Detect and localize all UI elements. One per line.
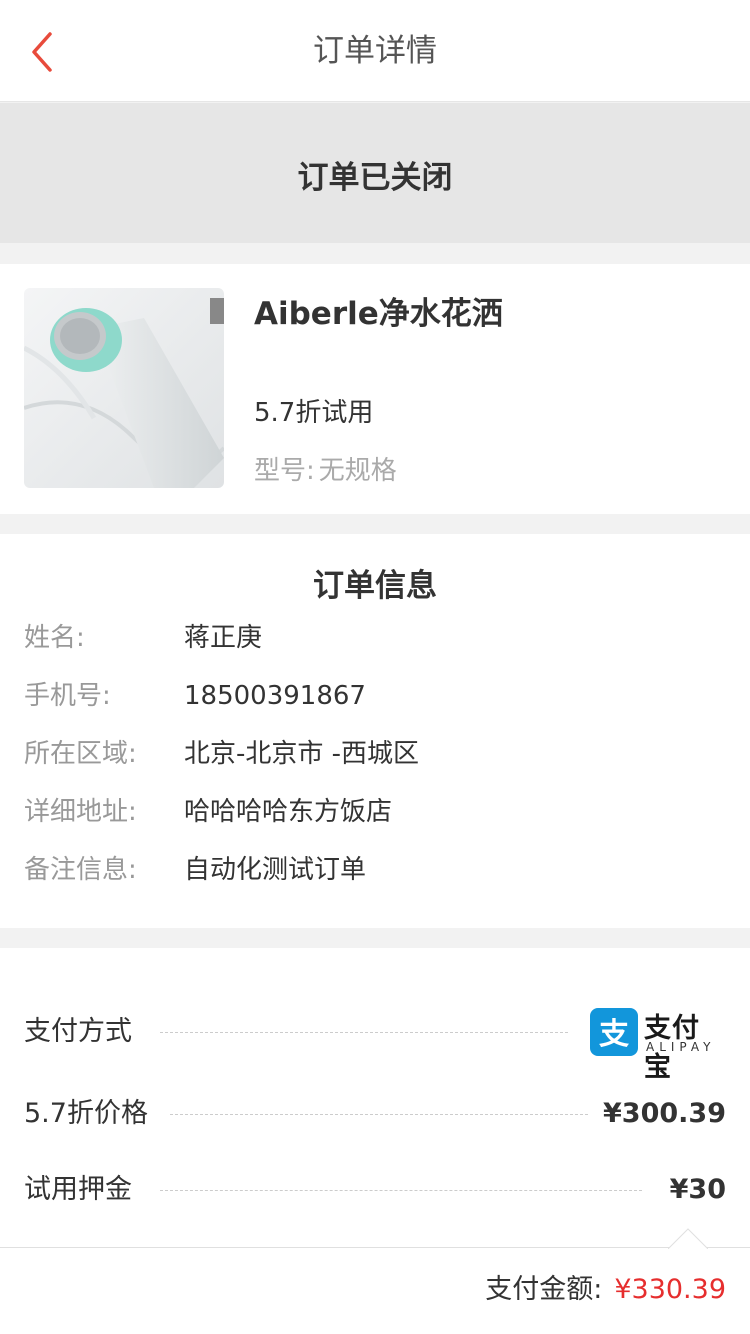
- info-row-note: 备注信息: 自动化测试订单: [24, 850, 366, 890]
- discount-price-value: ¥300.39: [603, 1098, 726, 1129]
- info-label: 手机号:: [24, 681, 111, 711]
- payment-total: 支付金额: ¥330.39: [485, 1248, 726, 1334]
- info-label: 备注信息:: [24, 855, 137, 885]
- order-status-banner: 订单已关闭: [0, 103, 750, 243]
- product-image: [24, 288, 224, 488]
- page-title: 订单详情: [313, 33, 437, 69]
- payment-method-row: 支付方式 支 支付宝 ALIPAY: [24, 1002, 726, 1083]
- product-name: Aiberle净水花洒: [254, 296, 503, 332]
- info-row-name: 姓名: 蒋正庚: [24, 618, 262, 658]
- payment-total-bar: 支付金额: ¥330.39: [0, 1228, 750, 1334]
- info-row-phone: 手机号: 18500391867: [24, 676, 366, 716]
- order-info-section: 订单信息 姓名: 蒋正庚 手机号: 18500391867 所在区域: 北京-北京市 …: [0, 534, 750, 928]
- deposit-row: 试用押金 ¥30: [24, 1160, 726, 1220]
- caret-up-icon: [668, 1228, 708, 1249]
- info-label: 所在区域:: [24, 739, 137, 769]
- dotted-leader: [170, 1114, 588, 1115]
- alipay-icon: 支: [590, 1008, 638, 1056]
- dotted-leader: [160, 1190, 642, 1191]
- info-value: 北京-北京市 -西城区: [184, 739, 420, 769]
- svg-text:支: 支: [599, 1017, 629, 1052]
- info-value: 自动化测试订单: [184, 855, 367, 885]
- payment-method-label: 支付方式: [24, 1016, 132, 1047]
- total-amount: ¥330.39: [614, 1274, 726, 1305]
- info-row-region: 所在区域: 北京-北京市 -西城区: [24, 734, 419, 774]
- info-label: 详细地址:: [24, 797, 137, 827]
- product-spec-label: 型号:: [254, 456, 315, 486]
- discount-price-row: 5.7折价格 ¥300.39: [24, 1084, 726, 1144]
- info-label: 姓名:: [24, 623, 85, 653]
- info-value: 18500391867: [184, 681, 366, 711]
- info-value: 蒋正庚: [184, 623, 263, 653]
- product-price: 5.7折试用: [254, 398, 374, 428]
- discount-price-label: 5.7折价格: [24, 1098, 148, 1129]
- product-spec: 型号: 无规格: [254, 450, 397, 487]
- product-spec-value: 无规格: [318, 456, 397, 486]
- deposit-value: ¥30: [669, 1174, 726, 1205]
- info-value: 哈哈哈哈东方饭店: [184, 797, 393, 827]
- product-card[interactable]: Aiberle净水花洒 5.7折试用 型号: 无规格: [0, 264, 750, 514]
- deposit-label: 试用押金: [24, 1174, 132, 1205]
- total-label: 支付金额:: [485, 1274, 603, 1305]
- payment-section: 支付方式 支 支付宝 ALIPAY 5.7折价格 ¥300.39 试用押金 ¥3…: [0, 948, 750, 1248]
- dotted-leader: [160, 1032, 568, 1033]
- order-info-title: 订单信息: [313, 568, 437, 604]
- alipay-logo: 支 支付宝 ALIPAY: [590, 1008, 726, 1083]
- info-row-address: 详细地址: 哈哈哈哈东方饭店: [24, 792, 392, 832]
- alipay-logo-subtext: ALIPAY: [646, 1040, 716, 1054]
- nav-bar: 订单详情: [0, 0, 750, 102]
